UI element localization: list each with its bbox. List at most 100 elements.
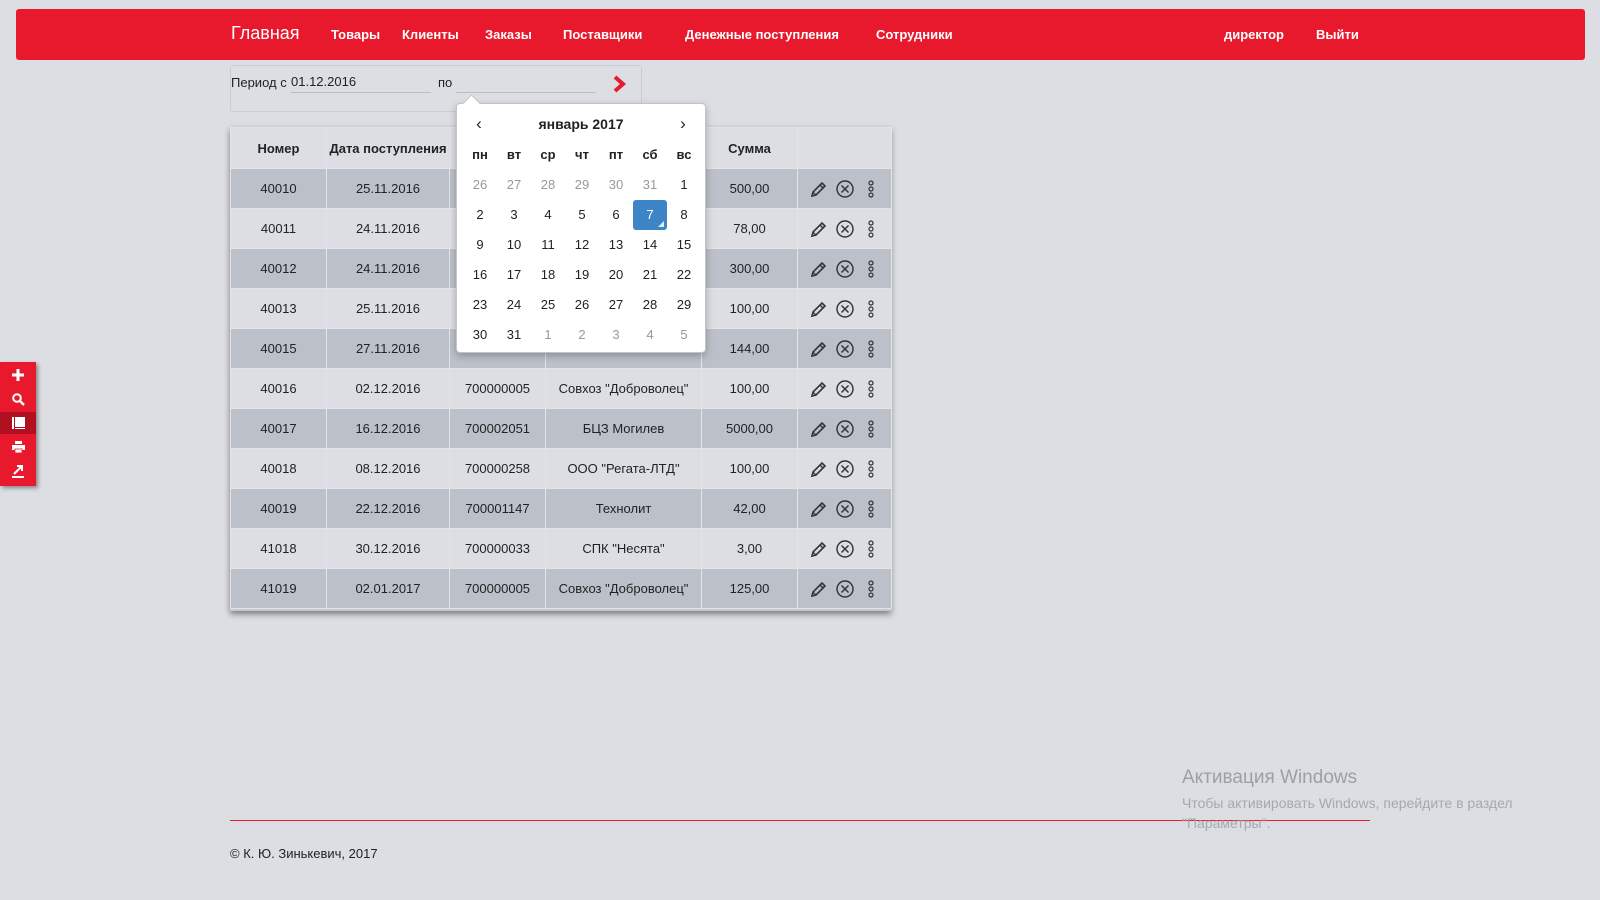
datepicker-day[interactable]: 1 [531, 320, 565, 350]
add-record-button[interactable] [0, 364, 36, 386]
datepicker-day[interactable]: 15 [667, 230, 701, 260]
delete-row-button[interactable] [834, 258, 856, 280]
datepicker-day[interactable]: 9 [463, 230, 497, 260]
datepicker-next-month-button[interactable]: › [671, 114, 695, 134]
datepicker-day[interactable]: 8 [667, 200, 701, 230]
datepicker-day[interactable]: 3 [497, 200, 531, 230]
period-from-input[interactable] [291, 70, 431, 93]
search-button[interactable] [0, 388, 36, 410]
datepicker-day[interactable]: 31 [497, 320, 531, 350]
delete-row-button[interactable] [834, 418, 856, 440]
table-row[interactable]: 41019 02.01.2017 700000005 Совхоз "Добровол… [230, 568, 892, 609]
column-header-sum[interactable]: Сумма [701, 127, 798, 169]
datepicker-day[interactable]: 2 [565, 320, 599, 350]
datepicker-day[interactable]: 13 [599, 230, 633, 260]
nav-home-link[interactable]: Главная [231, 23, 300, 44]
edit-row-button[interactable] [808, 178, 830, 200]
nav-logout-link[interactable]: Выйти [1316, 27, 1359, 42]
column-header-number[interactable]: Номер [230, 127, 327, 169]
list-view-button[interactable] [0, 412, 36, 434]
more-options-button[interactable] [860, 458, 882, 480]
nav-link-products[interactable]: Товары [331, 27, 380, 42]
delete-row-button[interactable] [834, 458, 856, 480]
edit-row-button[interactable] [808, 538, 830, 560]
edit-row-button[interactable] [808, 498, 830, 520]
datepicker-day[interactable]: 17 [497, 260, 531, 290]
nav-link-payments[interactable]: Денежные поступления [685, 27, 839, 42]
delete-row-button[interactable] [834, 218, 856, 240]
more-options-button[interactable] [860, 378, 882, 400]
delete-row-button[interactable] [834, 178, 856, 200]
datepicker-day[interactable]: 30 [599, 170, 633, 200]
apply-period-button[interactable] [609, 74, 629, 94]
table-row[interactable]: 40017 16.12.2016 700002051 БЦЗ Могилев 5000,… [230, 408, 892, 449]
nav-link-employees[interactable]: Сотрудники [876, 27, 953, 42]
nav-link-suppliers[interactable]: Поставщики [563, 27, 642, 42]
table-row[interactable]: 40016 02.12.2016 700000005 Совхоз "Добровол… [230, 368, 892, 409]
datepicker-day[interactable]: 1 [667, 170, 701, 200]
edit-row-button[interactable] [808, 338, 830, 360]
datepicker-day[interactable]: 22 [667, 260, 701, 290]
datepicker-day[interactable]: 19 [565, 260, 599, 290]
delete-row-button[interactable] [834, 378, 856, 400]
export-button[interactable] [0, 460, 36, 482]
nav-link-clients[interactable]: Клиенты [402, 27, 459, 42]
datepicker-day[interactable]: 30 [463, 320, 497, 350]
datepicker-day[interactable]: 4 [633, 320, 667, 350]
datepicker-day[interactable]: 5 [667, 320, 701, 350]
table-row[interactable]: 40018 08.12.2016 700000258 ООО "Регата-ЛТД"… [230, 448, 892, 489]
datepicker-day[interactable]: 31 [633, 170, 667, 200]
edit-row-button[interactable] [808, 258, 830, 280]
datepicker-day[interactable]: 25 [531, 290, 565, 320]
datepicker-day[interactable]: 11 [531, 230, 565, 260]
more-options-button[interactable] [860, 258, 882, 280]
datepicker-day[interactable]: 14 [633, 230, 667, 260]
more-options-button[interactable] [860, 338, 882, 360]
edit-row-button[interactable] [808, 378, 830, 400]
datepicker-day[interactable]: 6 [599, 200, 633, 230]
datepicker-day[interactable]: 4 [531, 200, 565, 230]
more-options-button[interactable] [860, 178, 882, 200]
edit-row-button[interactable] [808, 298, 830, 320]
datepicker-day[interactable]: 26 [565, 290, 599, 320]
datepicker-day[interactable]: 5 [565, 200, 599, 230]
datepicker-day[interactable]: 28 [633, 290, 667, 320]
table-row[interactable]: 40019 22.12.2016 700001147 Технолит 42,00 [230, 488, 892, 529]
datepicker-day[interactable]: 12 [565, 230, 599, 260]
more-options-button[interactable] [860, 418, 882, 440]
datepicker-month-title[interactable]: январь 2017 [457, 116, 705, 132]
delete-row-button[interactable] [834, 578, 856, 600]
datepicker-day[interactable]: 27 [497, 170, 531, 200]
datepicker-day[interactable]: 16 [463, 260, 497, 290]
datepicker-day[interactable]: 29 [565, 170, 599, 200]
datepicker-day[interactable]: 24 [497, 290, 531, 320]
more-options-button[interactable] [860, 218, 882, 240]
more-options-button[interactable] [860, 298, 882, 320]
edit-row-button[interactable] [808, 418, 830, 440]
datepicker-day[interactable]: 26 [463, 170, 497, 200]
delete-row-button[interactable] [834, 538, 856, 560]
delete-row-button[interactable] [834, 338, 856, 360]
datepicker-day[interactable]: 21 [633, 260, 667, 290]
print-button[interactable] [0, 436, 36, 458]
datepicker-day[interactable]: 28 [531, 170, 565, 200]
more-options-button[interactable] [860, 578, 882, 600]
column-header-date[interactable]: Дата поступления [326, 127, 450, 169]
table-row[interactable]: 41018 30.12.2016 700000033 СПК "Несята" 3,00 [230, 528, 892, 569]
delete-row-button[interactable] [834, 298, 856, 320]
nav-link-orders[interactable]: Заказы [485, 27, 532, 42]
datepicker-day[interactable]: 10 [497, 230, 531, 260]
datepicker-day[interactable]: 2 [463, 200, 497, 230]
delete-row-button[interactable] [834, 498, 856, 520]
more-options-button[interactable] [860, 538, 882, 560]
datepicker-day[interactable]: 29 [667, 290, 701, 320]
more-options-button[interactable] [860, 498, 882, 520]
edit-row-button[interactable] [808, 458, 830, 480]
datepicker-day[interactable]: 3 [599, 320, 633, 350]
edit-row-button[interactable] [808, 578, 830, 600]
datepicker-day[interactable]: 18 [531, 260, 565, 290]
datepicker-day[interactable]: 23 [463, 290, 497, 320]
nav-user-link[interactable]: директор [1224, 27, 1284, 42]
datepicker-day[interactable]: 27 [599, 290, 633, 320]
period-to-input[interactable] [456, 70, 596, 93]
